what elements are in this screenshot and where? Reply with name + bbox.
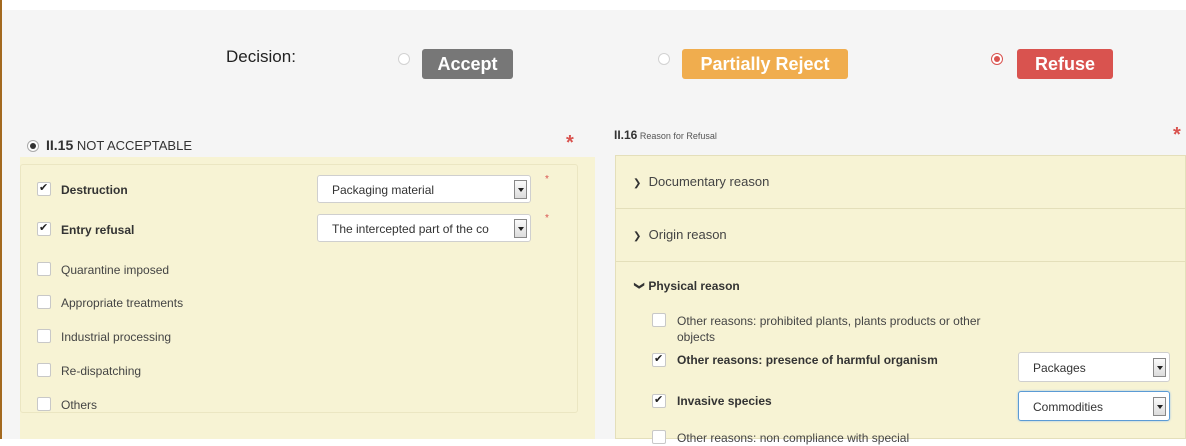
accordion-divider [615,261,1186,262]
invasive-species-select-value: Commodities [1033,400,1104,414]
chevron-right-icon: ❯ [633,231,642,242]
required-star: * [566,132,574,154]
accordion-divider [615,208,1186,209]
chevron-right-icon: ❯ [633,178,642,189]
section-title: NOT ACCEPTABLE [76,138,192,153]
chevron-down-icon[interactable] [1153,358,1166,377]
appropriate-treatments-label: Appropriate treatments [61,296,184,310]
re-dispatching-label: Re-dispatching [61,364,142,378]
accordion-origin-reason[interactable]: ❯ Origin reason [633,227,727,242]
partially-reject-badge[interactable]: Partially Reject [682,49,848,79]
decision-label: Decision: [226,47,296,66]
required-star: * [1173,124,1181,146]
section-title-ii15: II.15 NOT ACCEPTABLE [46,137,192,153]
re-dispatching-checkbox[interactable] [37,363,51,377]
non-compliance-label: Other reasons: non compliance with speci… [677,431,910,445]
invasive-species-checkbox[interactable] [652,393,666,408]
section-code: II.16 [614,128,638,142]
destruction-select-value: Packaging material [332,183,435,197]
others-label: Others [61,398,98,412]
accept-badge[interactable]: Accept [422,49,513,79]
harmful-organism-label: Other reasons: presence of harmful organ… [677,353,938,367]
accordion-label: Documentary reason [648,174,770,189]
invasive-species-select[interactable]: Commodities [1018,391,1170,421]
chevron-down-icon[interactable] [514,219,527,238]
destruction-label: Destruction [61,183,128,197]
section-title-ii16: II.16 Reason for Refusal [614,128,717,142]
accept-radio[interactable] [398,53,410,65]
destruction-select[interactable]: Packaging material [317,175,531,203]
accordion-label: Physical reason [648,279,740,293]
prohibited-plants-checkbox[interactable] [652,313,666,327]
others-checkbox[interactable] [37,397,51,411]
entry-refusal-select[interactable]: The intercepted part of the co [317,214,531,242]
refuse-badge[interactable]: Refuse [1017,49,1113,79]
required-star: * [545,213,549,224]
invasive-species-label: Invasive species [677,394,772,408]
section-title: Reason for Refusal [639,131,717,141]
non-compliance-checkbox[interactable] [652,430,666,444]
prohibited-plants-label: Other reasons: prohibited plants, plants… [677,314,981,344]
industrial-processing-label: Industrial processing [61,330,172,344]
entry-refusal-select-value: The intercepted part of the co [332,222,489,236]
appropriate-treatments-checkbox[interactable] [37,295,51,309]
accordion-physical-reason[interactable]: ❯ Physical reason [633,279,740,293]
harmful-organism-checkbox[interactable] [652,352,666,367]
quarantine-imposed-label: Quarantine imposed [61,263,170,277]
accordion-label: Origin reason [648,227,727,242]
section-code: II.15 [46,137,74,153]
chevron-down-icon: ❯ [633,281,645,290]
refuse-radio[interactable] [991,53,1003,65]
chevron-down-icon[interactable] [1153,397,1166,416]
entry-refusal-checkbox[interactable] [37,221,51,236]
required-star: * [545,174,549,185]
partially-reject-radio[interactable] [658,53,670,65]
destruction-checkbox[interactable] [37,181,51,196]
harmful-organism-select[interactable]: Packages [1018,352,1170,382]
not-acceptable-radio[interactable] [27,140,39,152]
industrial-processing-checkbox[interactable] [37,329,51,343]
quarantine-imposed-checkbox[interactable] [37,262,51,276]
harmful-organism-select-value: Packages [1033,361,1086,375]
accordion-documentary-reason[interactable]: ❯ Documentary reason [633,174,769,189]
chevron-down-icon[interactable] [514,180,527,199]
entry-refusal-label: Entry refusal [61,223,135,237]
